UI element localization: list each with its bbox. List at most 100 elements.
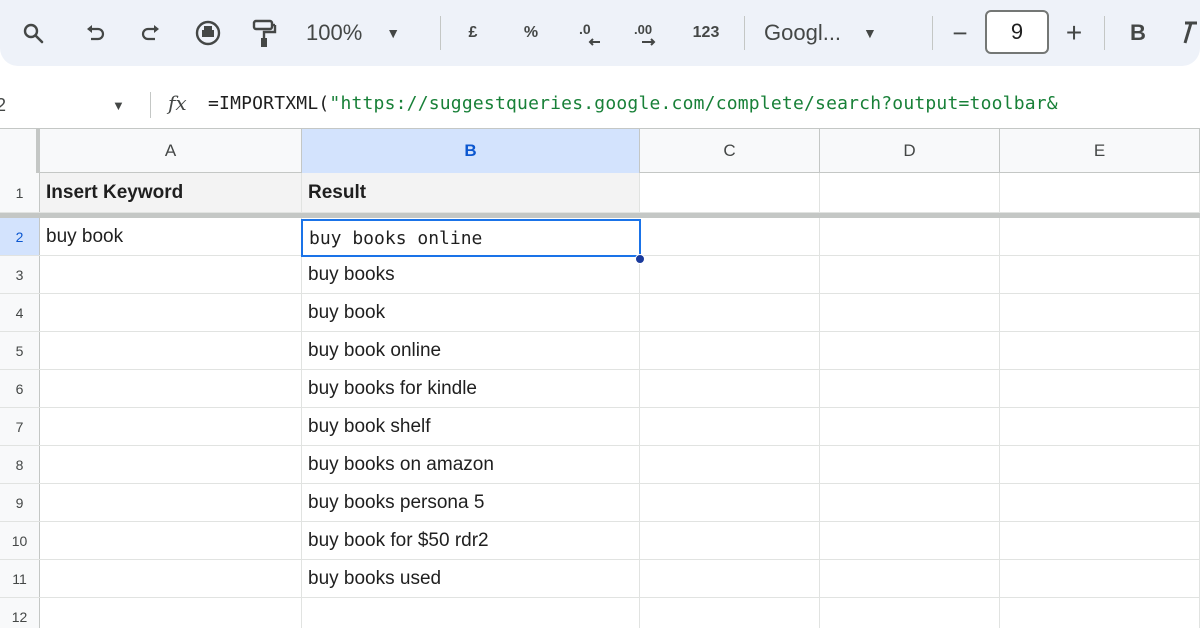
column-header-a[interactable]: A — [40, 129, 302, 173]
name-box[interactable]: 2 ▼ — [0, 82, 140, 128]
font-select[interactable]: Googl... ▼ — [764, 14, 914, 52]
empty-cell[interactable] — [40, 370, 302, 407]
empty-cell[interactable] — [640, 446, 820, 483]
row-number[interactable]: 7 — [0, 408, 40, 445]
row-number[interactable]: 5 — [0, 332, 40, 369]
empty-cell[interactable] — [1000, 522, 1200, 559]
header-cell-keyword[interactable]: Insert Keyword — [40, 173, 302, 212]
redo-icon[interactable] — [134, 14, 168, 52]
undo-icon[interactable] — [78, 14, 112, 52]
more-formats-button[interactable]: 123 — [686, 14, 726, 52]
increase-decimal-button[interactable]: .00 — [628, 14, 668, 52]
empty-cell[interactable] — [820, 408, 1000, 445]
empty-cell[interactable] — [1000, 294, 1200, 331]
currency-format-button[interactable]: £ — [458, 14, 488, 52]
empty-cell[interactable] — [820, 598, 1000, 628]
decrease-font-size-button[interactable]: − — [944, 14, 976, 52]
empty-cell[interactable] — [640, 294, 820, 331]
empty-cell[interactable] — [40, 294, 302, 331]
result-cell[interactable]: buy books on amazon — [302, 446, 640, 483]
result-cell[interactable] — [302, 598, 640, 628]
empty-cell[interactable] — [40, 522, 302, 559]
column-header-e[interactable]: E — [1000, 129, 1200, 173]
empty-cell[interactable] — [820, 218, 1000, 255]
empty-cell[interactable] — [1000, 218, 1200, 255]
empty-cell[interactable] — [820, 560, 1000, 597]
empty-cell[interactable] — [40, 256, 302, 293]
increase-font-size-button[interactable]: + — [1058, 14, 1090, 52]
empty-cell[interactable] — [40, 332, 302, 369]
row-number[interactable]: 12 — [0, 598, 40, 628]
empty-cell[interactable] — [640, 256, 820, 293]
empty-cell[interactable] — [1000, 408, 1200, 445]
empty-cell[interactable] — [1000, 560, 1200, 597]
empty-cell[interactable] — [640, 560, 820, 597]
empty-cell[interactable] — [1000, 484, 1200, 521]
row-number[interactable]: 9 — [0, 484, 40, 521]
empty-cell[interactable] — [820, 256, 1000, 293]
row-number[interactable]: 3 — [0, 256, 40, 293]
result-cell[interactable]: buy book — [302, 294, 640, 331]
empty-cell[interactable] — [640, 484, 820, 521]
empty-cell[interactable] — [1000, 332, 1200, 369]
active-cell[interactable]: buy books online — [301, 219, 641, 257]
result-cell[interactable]: buy book for $50 rdr2 — [302, 522, 640, 559]
empty-cell[interactable] — [820, 173, 1000, 212]
table-row: 4 buy book — [0, 294, 1200, 332]
header-cell-result[interactable]: Result — [302, 173, 640, 212]
column-header-c[interactable]: C — [640, 129, 820, 173]
empty-cell[interactable] — [820, 332, 1000, 369]
row-number[interactable]: 11 — [0, 560, 40, 597]
paint-format-icon[interactable] — [246, 14, 282, 52]
empty-cell[interactable] — [1000, 370, 1200, 407]
row-number[interactable]: 2 — [0, 218, 40, 255]
empty-cell[interactable] — [40, 408, 302, 445]
formula-input[interactable]: =IMPORTXML("https://suggestqueries.googl… — [208, 93, 1058, 114]
empty-cell[interactable] — [820, 446, 1000, 483]
row-number[interactable]: 6 — [0, 370, 40, 407]
result-cell[interactable]: buy book online — [302, 332, 640, 369]
empty-cell[interactable] — [820, 522, 1000, 559]
empty-cell[interactable] — [640, 332, 820, 369]
font-size-input[interactable]: 9 — [985, 10, 1049, 54]
keyword-input-cell[interactable]: buy book — [40, 218, 302, 255]
empty-cell[interactable] — [820, 370, 1000, 407]
fill-handle[interactable] — [635, 254, 645, 264]
row-number[interactable]: 1 — [0, 173, 40, 212]
empty-cell[interactable] — [1000, 598, 1200, 628]
empty-cell[interactable] — [640, 370, 820, 407]
italic-icon[interactable] — [1176, 14, 1200, 52]
empty-cell[interactable] — [820, 484, 1000, 521]
bold-button[interactable]: B — [1122, 14, 1154, 52]
empty-cell[interactable] — [40, 560, 302, 597]
result-cell[interactable]: buy books used — [302, 560, 640, 597]
row-number[interactable]: 4 — [0, 294, 40, 331]
empty-cell[interactable] — [640, 522, 820, 559]
result-cell[interactable]: buy books — [302, 256, 640, 293]
empty-cell[interactable] — [40, 446, 302, 483]
empty-cell[interactable] — [1000, 173, 1200, 212]
empty-cell[interactable] — [640, 598, 820, 628]
result-cell[interactable]: buy books persona 5 — [302, 484, 640, 521]
decrease-decimal-button[interactable]: .0 — [572, 14, 610, 52]
row-number[interactable]: 8 — [0, 446, 40, 483]
select-all-corner[interactable] — [0, 129, 40, 173]
column-header-b[interactable]: B — [302, 129, 640, 173]
empty-cell[interactable] — [1000, 446, 1200, 483]
empty-cell[interactable] — [820, 294, 1000, 331]
spreadsheet-grid[interactable]: A B C D E 1 Insert Keyword Result 2 buy … — [0, 128, 1200, 628]
zoom-select[interactable]: 100% ▼ — [306, 14, 426, 52]
empty-cell[interactable] — [640, 408, 820, 445]
empty-cell[interactable] — [640, 173, 820, 212]
result-cell[interactable]: buy books for kindle — [302, 370, 640, 407]
search-menus-icon[interactable] — [16, 14, 50, 52]
column-header-d[interactable]: D — [820, 129, 1000, 173]
empty-cell[interactable] — [640, 218, 820, 255]
empty-cell[interactable] — [1000, 256, 1200, 293]
empty-cell[interactable] — [40, 484, 302, 521]
row-number[interactable]: 10 — [0, 522, 40, 559]
percent-format-button[interactable]: % — [514, 14, 548, 52]
empty-cell[interactable] — [40, 598, 302, 628]
result-cell[interactable]: buy book shelf — [302, 408, 640, 445]
print-icon[interactable] — [190, 14, 226, 52]
